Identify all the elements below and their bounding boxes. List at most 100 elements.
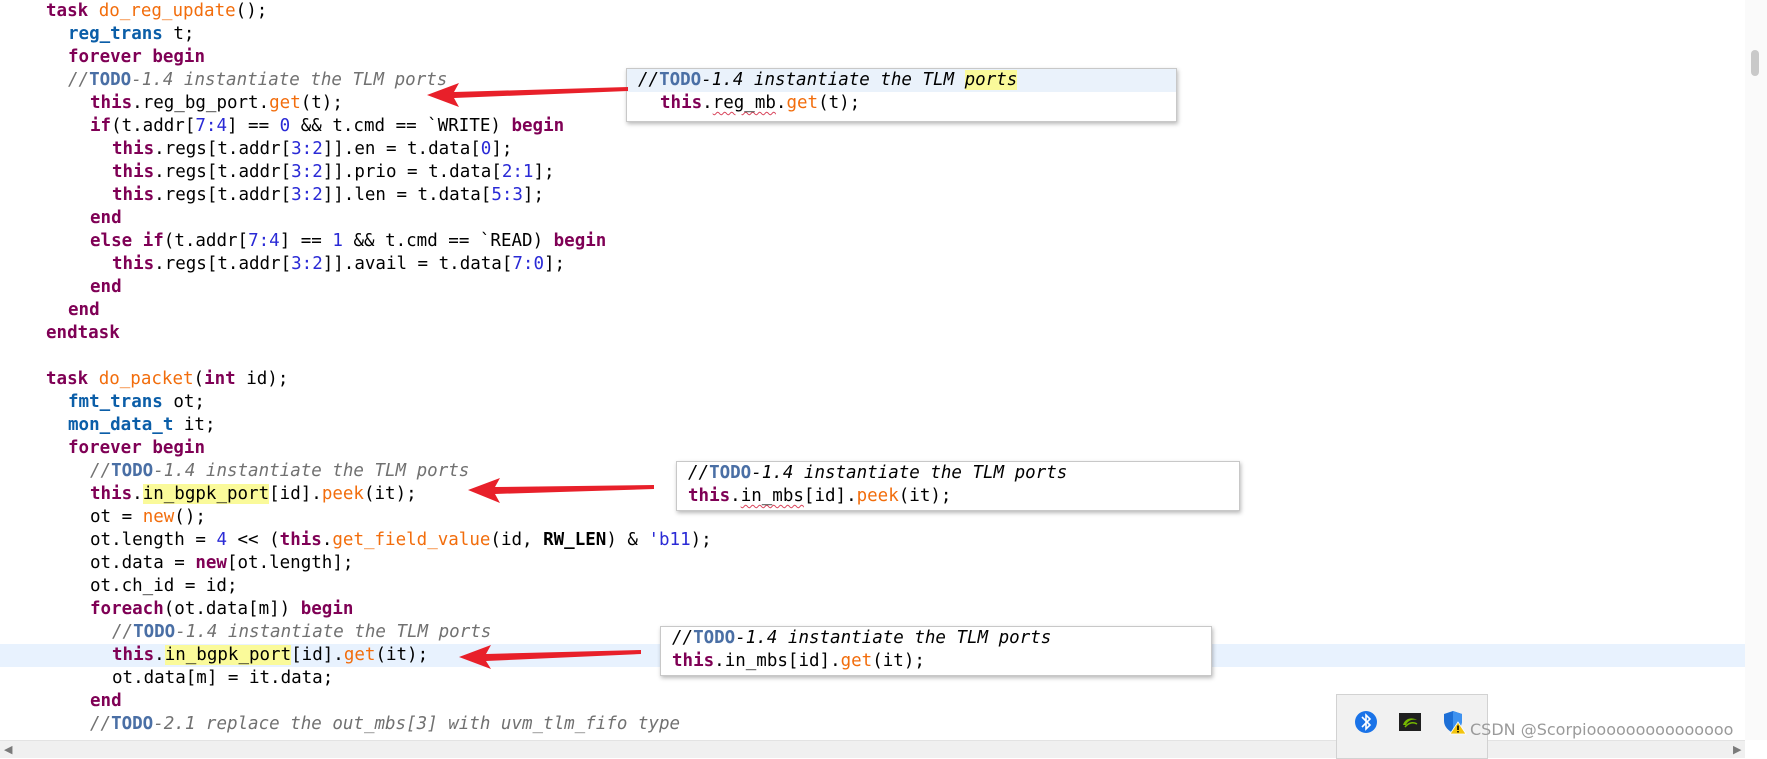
code-line-todo-comment: //TODO-1.4 instantiate the TLM ports: [0, 460, 469, 483]
todo-tag: TODO: [709, 463, 752, 483]
nvidia-icon[interactable]: [1397, 709, 1423, 735]
code-line-task-do-packet: task do_packet(int id);: [0, 368, 288, 391]
keyword: endtask: [46, 323, 120, 343]
code-text: ]].en = t.data[: [322, 139, 481, 159]
constant: RW_LEN: [543, 530, 607, 550]
keyword: end: [90, 208, 122, 228]
code-line-regs-avail: this.regs[t.addr[3:2]].avail = t.data[7:…: [0, 253, 565, 276]
code-line-end: end: [0, 207, 122, 230]
code-line-reg-bg-port-get: this.reg_bg_port.get(t);: [0, 92, 343, 115]
scroll-right-arrow-icon[interactable]: ▶: [1733, 741, 1741, 758]
code-line-fmt-trans: fmt_trans ot;: [0, 391, 205, 414]
comment-prefix: //: [112, 622, 134, 642]
code-text: .: [714, 651, 725, 671]
keyword: forever: [68, 47, 142, 67]
code-text: .: [702, 93, 713, 113]
tooltip-code-line: this.in_mbs[id].get(it);: [661, 650, 1211, 673]
code-line-regs-len: this.regs[t.addr[3:2]].len = t.data[5:3]…: [0, 184, 544, 207]
code-line-regs-prio: this.regs[t.addr[3:2]].prio = t.data[2:1…: [0, 161, 555, 184]
code-line-endtask: endtask: [0, 322, 120, 345]
security-shield-icon[interactable]: [1441, 709, 1467, 735]
code-text: id);: [235, 369, 289, 389]
type-name: fmt_trans: [68, 392, 163, 412]
code-line-regs-en: this.regs[t.addr[3:2]].en = t.data[0];: [0, 138, 512, 161]
watermark-text: CSDN @Scorpiooooooooooooooo: [1470, 720, 1734, 739]
code-line-end: end: [0, 299, 100, 322]
code-text: .: [154, 645, 165, 665]
todo-tag: TODO: [659, 70, 702, 90]
method-name: get: [343, 645, 376, 665]
keyword: else: [90, 231, 133, 251]
number: 7:0: [512, 254, 544, 274]
code-line-task-do-reg-update: task do_reg_update();: [0, 0, 267, 23]
number: 1: [332, 231, 343, 251]
code-text: ];: [491, 139, 513, 159]
number: 2:1: [501, 162, 534, 182]
keyword: this: [279, 530, 322, 550]
scroll-left-arrow-icon[interactable]: ◀: [4, 741, 12, 758]
number: 5:3: [491, 185, 523, 205]
keyword: end: [68, 300, 100, 320]
code-line-foreach: foreach(ot.data[m]) begin: [0, 598, 353, 621]
keyword: task: [46, 369, 89, 389]
code-text: (id,: [490, 530, 544, 550]
code-line-mon-data: mon_data_t it;: [0, 414, 216, 437]
code-text: (it);: [363, 484, 417, 504]
todo-tag: TODO: [693, 628, 736, 648]
comment-text: -1.4 instantiate the TLM ports: [175, 622, 492, 642]
code-text: .regs[t.addr[: [154, 185, 292, 205]
keyword: this: [90, 93, 133, 113]
tooltip-code-line: this.in_mbs[id].peek(it);: [677, 485, 1239, 508]
code-text: [id].: [269, 484, 322, 504]
code-text: it;: [173, 415, 216, 435]
keyword: forever: [68, 438, 142, 458]
number: 7:4: [195, 116, 227, 136]
method-name: peek: [856, 486, 899, 506]
comment-text: -1.4 instantiate the TLM ports: [131, 70, 448, 90]
code-editor[interactable]: task do_reg_update(); reg_trans t; forev…: [0, 0, 1745, 740]
code-text: .: [321, 530, 333, 550]
code-tooltip-in-mbs-peek: //TODO-1.4 instantiate the TLM ports thi…: [676, 461, 1240, 511]
code-line-todo21-comment: //TODO-2.1 replace the out_mbs[3] with u…: [0, 713, 680, 736]
vertical-scrollbar[interactable]: [1745, 0, 1767, 740]
identifier: in_mbs: [724, 651, 788, 671]
method-name: new: [142, 507, 175, 527]
keyword: this: [672, 651, 715, 671]
code-text: ot =: [90, 507, 143, 527]
code-text: [ot.length];: [226, 553, 354, 573]
code-text: .regs[t.addr[: [154, 139, 292, 159]
code-text: [id].: [787, 651, 841, 671]
number: 7:4: [248, 231, 280, 251]
tooltip-code-line: this.reg_mb.get(t);: [627, 92, 1176, 115]
todo-tag: TODO: [111, 461, 154, 481]
number: 3:2: [291, 254, 323, 274]
code-text: ();: [235, 1, 268, 21]
keyword: begin: [152, 47, 205, 67]
code-text: && t.cmd == `WRITE): [290, 116, 512, 136]
keyword: task: [46, 1, 89, 21]
scrollbar-thumb[interactable]: [1751, 50, 1759, 76]
code-text: ]].prio = t.data[: [322, 162, 502, 182]
code-text: t;: [162, 24, 195, 44]
keyword: new: [195, 553, 227, 573]
code-line-forever: forever begin: [0, 437, 205, 460]
keyword: this: [90, 484, 133, 504]
code-text: (t.addr[: [111, 116, 196, 136]
tooltip-comment-line: //TODO-1.4 instantiate the TLM ports: [627, 69, 1176, 92]
code-text: .regs[t.addr[: [154, 254, 292, 274]
tooltip-comment-line: //TODO-1.4 instantiate the TLM ports: [677, 462, 1239, 485]
comment-text: -1.4 instantiate the TLM: [701, 70, 965, 90]
code-text: .reg_bg_port.: [132, 93, 270, 113]
code-line-in-bgpk-port-peek: this.in_bgpk_port[id].peek(it);: [0, 483, 417, 506]
comment-prefix: //: [672, 628, 694, 648]
number: 3:2: [291, 162, 323, 182]
annotation-arrow-2: [468, 478, 654, 503]
type-name: mon_data_t: [68, 415, 174, 435]
code-text: (: [193, 369, 205, 389]
code-text: ot.data[m] = it.data;: [112, 668, 334, 688]
bluetooth-icon[interactable]: [1353, 709, 1379, 735]
highlighted-identifier: in_bgpk_port: [164, 645, 292, 665]
type-name: reg_trans: [68, 24, 163, 44]
keyword: this: [688, 486, 731, 506]
comment-text: -1.4 instantiate the TLM ports: [153, 461, 470, 481]
